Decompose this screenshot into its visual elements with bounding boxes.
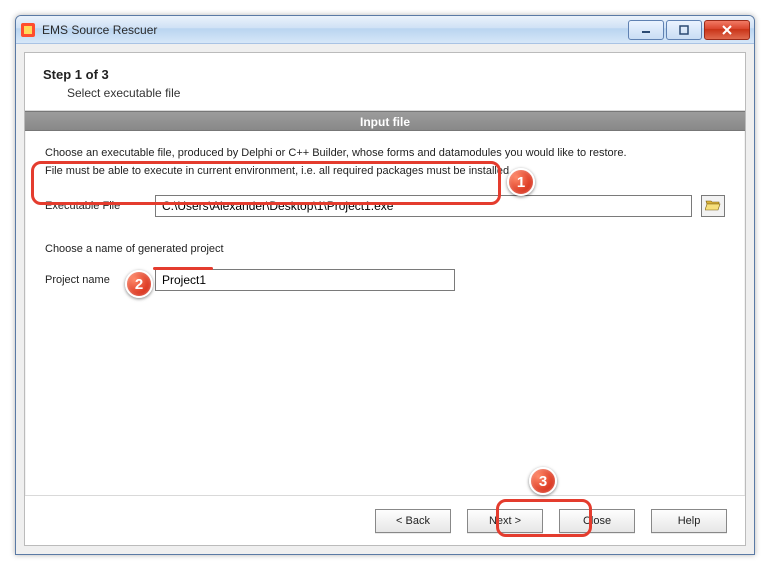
executable-file-row: Executable File bbox=[45, 189, 725, 223]
browse-button[interactable] bbox=[701, 195, 725, 217]
close-button[interactable]: Close bbox=[559, 509, 635, 533]
executable-file-input[interactable] bbox=[155, 195, 692, 217]
titlebar[interactable]: EMS Source Rescuer bbox=[16, 16, 754, 44]
project-name-input[interactable] bbox=[155, 269, 455, 291]
next-button[interactable]: Next > bbox=[467, 509, 543, 533]
project-name-label: Project name bbox=[45, 274, 145, 286]
instruction-line-2: File must be able to execute in current … bbox=[45, 165, 725, 177]
button-bar: < Back Next > Close Help bbox=[25, 495, 745, 545]
step-header: Step 1 of 3 Select executable file bbox=[25, 53, 745, 111]
app-window: EMS Source Rescuer Step 1 of 3 Select ex… bbox=[15, 15, 755, 555]
project-instruction: Choose a name of generated project bbox=[45, 243, 725, 255]
app-icon bbox=[20, 22, 36, 38]
minimize-button[interactable] bbox=[628, 20, 664, 40]
back-button[interactable]: < Back bbox=[375, 509, 451, 533]
maximize-button[interactable] bbox=[666, 20, 702, 40]
callout-3-badge: 3 bbox=[529, 467, 557, 495]
help-button[interactable]: Help bbox=[651, 509, 727, 533]
content-area: Choose an executable file, produced by D… bbox=[25, 131, 745, 313]
instruction-line-1: Choose an executable file, produced by D… bbox=[45, 147, 725, 159]
executable-file-label: Executable File bbox=[45, 200, 145, 212]
window-controls bbox=[626, 20, 750, 40]
project-name-row: Project name bbox=[45, 263, 725, 297]
wizard-panel: Step 1 of 3 Select executable file Input… bbox=[24, 52, 746, 546]
close-window-button[interactable] bbox=[704, 20, 750, 40]
window-title: EMS Source Rescuer bbox=[42, 23, 626, 37]
step-title: Step 1 of 3 bbox=[43, 67, 727, 82]
folder-open-icon bbox=[705, 198, 721, 215]
step-subtitle: Select executable file bbox=[67, 86, 727, 100]
section-bar: Input file bbox=[25, 111, 745, 131]
